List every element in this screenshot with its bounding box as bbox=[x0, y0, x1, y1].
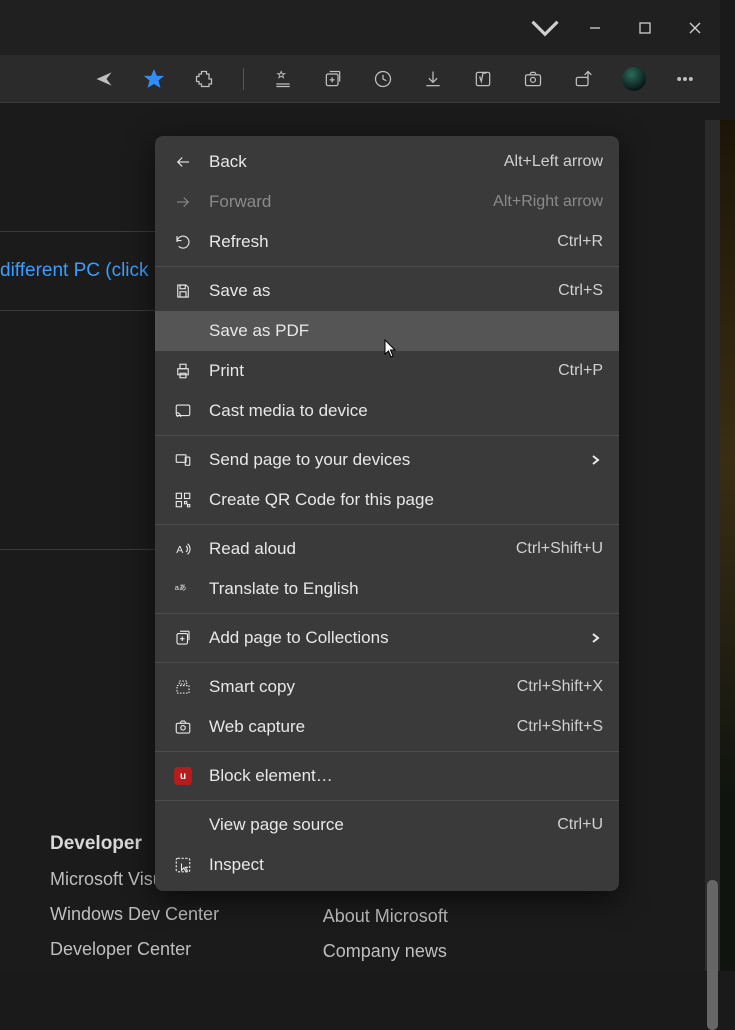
ublock-icon: u bbox=[171, 764, 195, 788]
printer-icon bbox=[171, 359, 195, 383]
math-solver-icon[interactable] bbox=[472, 68, 494, 90]
save-icon bbox=[171, 279, 195, 303]
context-menu-shortcut: Ctrl+P bbox=[558, 362, 603, 380]
translate-icon: aあ bbox=[171, 577, 195, 601]
context-menu-item-forward: ForwardAlt+Right arrow bbox=[155, 182, 619, 222]
page-link-text[interactable]: different PC (click bbox=[0, 260, 149, 282]
context-menu-item-send-page-to-your-devices[interactable]: Send page to your devices bbox=[155, 440, 619, 480]
toolbar-separator bbox=[243, 68, 244, 90]
context-menu-item-print[interactable]: PrintCtrl+P bbox=[155, 351, 619, 391]
context-menu-label: Refresh bbox=[209, 232, 557, 252]
footer-link[interactable]: Windows Dev Center bbox=[50, 904, 233, 925]
context-menu-separator bbox=[155, 524, 619, 525]
profile-avatar[interactable] bbox=[622, 67, 646, 91]
devices-icon bbox=[171, 448, 195, 472]
context-menu-item-back[interactable]: BackAlt+Left arrow bbox=[155, 142, 619, 182]
context-menu-label: Translate to English bbox=[209, 579, 603, 599]
footer-link[interactable]: Developer Center bbox=[50, 939, 233, 960]
collections-icon[interactable] bbox=[322, 68, 344, 90]
svg-text:A: A bbox=[176, 544, 183, 556]
page-row bbox=[0, 350, 155, 550]
context-menu-item-web-capture[interactable]: Web captureCtrl+Shift+S bbox=[155, 707, 619, 747]
chevron-right-icon bbox=[587, 455, 603, 465]
context-menu-separator bbox=[155, 613, 619, 614]
favorite-star-icon[interactable] bbox=[143, 68, 165, 90]
context-menu-shortcut: Alt+Right arrow bbox=[493, 193, 603, 211]
send-icon[interactable] bbox=[93, 68, 115, 90]
desktop-background bbox=[720, 120, 735, 971]
context-menu-label: Save as bbox=[209, 281, 558, 301]
context-menu-label: Web capture bbox=[209, 717, 517, 737]
context-menu-separator bbox=[155, 800, 619, 801]
context-menu-label: Send page to your devices bbox=[209, 450, 587, 470]
context-menu-separator bbox=[155, 662, 619, 663]
context-menu-label: Save as PDF bbox=[209, 321, 603, 341]
qr-icon bbox=[171, 488, 195, 512]
context-menu-shortcut: Ctrl+R bbox=[557, 233, 603, 251]
context-menu-item-refresh[interactable]: RefreshCtrl+R bbox=[155, 222, 619, 262]
page-link-row: different PC (click bbox=[0, 231, 155, 311]
downloads-icon[interactable] bbox=[422, 68, 444, 90]
tab-actions-dropdown[interactable] bbox=[520, 8, 570, 48]
arrow-right-icon bbox=[171, 190, 195, 214]
footer-link[interactable]: Company news bbox=[323, 941, 448, 962]
more-menu-icon[interactable] bbox=[674, 68, 696, 90]
context-menu-label: Read aloud bbox=[209, 539, 516, 559]
chevron-right-icon bbox=[587, 633, 603, 643]
share-icon[interactable] bbox=[572, 68, 594, 90]
context-menu-item-view-page-source[interactable]: View page sourceCtrl+U bbox=[155, 805, 619, 845]
svg-text:aあ: aあ bbox=[175, 583, 187, 592]
context-menu-label: Block element… bbox=[209, 766, 603, 786]
close-button[interactable] bbox=[670, 8, 720, 48]
context-menu-label: Forward bbox=[209, 192, 493, 212]
cast-icon bbox=[171, 399, 195, 423]
context-menu-shortcut: Ctrl+U bbox=[557, 816, 603, 834]
scrollbar-thumb[interactable] bbox=[707, 880, 718, 1030]
context-menu-shortcut: Ctrl+S bbox=[558, 282, 603, 300]
context-menu-item-inspect[interactable]: Inspect bbox=[155, 845, 619, 885]
context-menu-item-smart-copy[interactable]: Smart copyCtrl+Shift+X bbox=[155, 667, 619, 707]
context-menu-item-read-aloud[interactable]: A Read aloudCtrl+Shift+U bbox=[155, 529, 619, 569]
context-menu-label: View page source bbox=[209, 815, 557, 835]
arrow-left-icon bbox=[171, 150, 195, 174]
refresh-icon bbox=[171, 230, 195, 254]
footer-link[interactable]: About Microsoft bbox=[323, 906, 448, 927]
context-menu-shortcut: Ctrl+Shift+S bbox=[517, 718, 603, 736]
maximize-button[interactable] bbox=[620, 8, 670, 48]
context-menu-shortcut: Ctrl+Shift+U bbox=[516, 540, 603, 558]
extensions-icon[interactable] bbox=[193, 68, 215, 90]
context-menu-item-create-qr-code-for-this-page[interactable]: Create QR Code for this page bbox=[155, 480, 619, 520]
context-menu-label: Add page to Collections bbox=[209, 628, 587, 648]
history-icon[interactable] bbox=[372, 68, 394, 90]
context-menu-label: Create QR Code for this page bbox=[209, 490, 603, 510]
context-menu-item-save-as[interactable]: Save asCtrl+S bbox=[155, 271, 619, 311]
minimize-button[interactable] bbox=[570, 8, 620, 48]
read-aloud-icon: A bbox=[171, 537, 195, 561]
browser-toolbar bbox=[0, 55, 720, 103]
web-capture-icon[interactable] bbox=[522, 68, 544, 90]
capture-icon bbox=[171, 715, 195, 739]
window-titlebar bbox=[0, 0, 720, 55]
context-menu-label: Back bbox=[209, 152, 504, 172]
context-menu-label: Cast media to device bbox=[209, 401, 603, 421]
vertical-scrollbar[interactable] bbox=[705, 120, 720, 971]
context-menu-item-block-element[interactable]: u Block element… bbox=[155, 756, 619, 796]
inspect-icon bbox=[171, 853, 195, 877]
collections-icon bbox=[171, 626, 195, 650]
context-menu-label: Print bbox=[209, 361, 558, 381]
context-menu-separator bbox=[155, 435, 619, 436]
context-menu-item-translate-to-english[interactable]: aあ Translate to English bbox=[155, 569, 619, 609]
context-menu-label: Smart copy bbox=[209, 677, 517, 697]
context-menu-item-add-page-to-collections[interactable]: Add page to Collections bbox=[155, 618, 619, 658]
favorites-list-icon[interactable] bbox=[272, 68, 294, 90]
context-menu: BackAlt+Left arrowForwardAlt+Right arrow… bbox=[155, 136, 619, 891]
context-menu-label: Inspect bbox=[209, 855, 603, 875]
context-menu-shortcut: Alt+Left arrow bbox=[504, 153, 603, 171]
context-menu-item-save-as-pdf[interactable]: Save as PDF bbox=[155, 311, 619, 351]
context-menu-separator bbox=[155, 266, 619, 267]
context-menu-separator bbox=[155, 751, 619, 752]
context-menu-shortcut: Ctrl+Shift+X bbox=[517, 678, 603, 696]
smart-copy-icon bbox=[171, 675, 195, 699]
context-menu-item-cast-media-to-device[interactable]: Cast media to device bbox=[155, 391, 619, 431]
